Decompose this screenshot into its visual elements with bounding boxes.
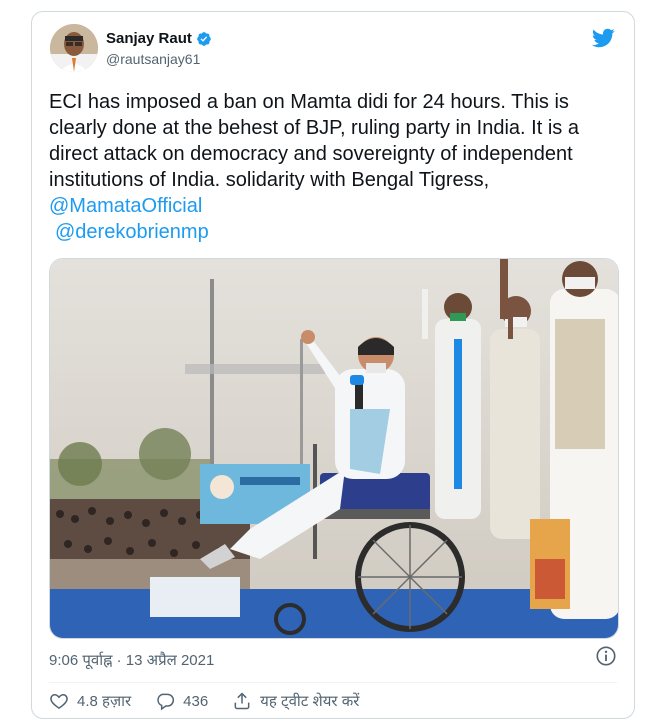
divider	[49, 682, 617, 683]
avatar-image	[50, 24, 98, 72]
author-name-row[interactable]: Sanjay Raut	[106, 30, 212, 47]
rally-photo-illustration	[50, 259, 618, 638]
tweet-photo[interactable]	[49, 258, 619, 639]
reply-button[interactable]: 436	[155, 691, 208, 711]
share-upload-icon	[234, 692, 250, 710]
author-name[interactable]: Sanjay Raut	[106, 30, 192, 47]
info-icon[interactable]	[595, 645, 617, 667]
mention-link-derekobrienmp[interactable]: @derekobrienmp	[49, 219, 619, 245]
heart-icon	[50, 693, 68, 709]
like-count: 4.8 हज़ार	[77, 693, 132, 710]
tweet-text: ECI has imposed a ban on Mamta didi for …	[49, 89, 619, 245]
tweet-timestamp[interactable]: 9:06 पूर्वाह्न · 13 अप्रैल 2021	[49, 650, 214, 670]
tweet-actions: 4.8 हज़ार 436 यह ट्वीट शेयर करें	[49, 691, 383, 711]
share-label: यह ट्वीट शेयर करें	[260, 693, 360, 710]
share-button[interactable]: यह ट्वीट शेयर करें	[232, 691, 359, 711]
tweet-card: Sanjay Raut @rautsanjay61 ECI has impose…	[31, 11, 635, 719]
reply-bubble-icon	[157, 693, 175, 711]
like-button[interactable]: 4.8 हज़ार	[49, 691, 131, 711]
tweet-text-line: ECI has imposed a ban on Mamta didi for …	[49, 91, 569, 113]
mention-link-mamataofficial[interactable]: @MamataOfficial	[49, 193, 619, 219]
twitter-bird-icon[interactable]	[590, 26, 616, 50]
author-handle[interactable]: @rautsanjay61	[106, 51, 200, 67]
tweet-text-line: institutions of India. solidarity with B…	[49, 169, 490, 191]
avatar[interactable]	[50, 24, 98, 72]
tweet-text-line: clearly done at the behest of BJP, rulin…	[49, 117, 579, 139]
reply-count: 436	[183, 692, 209, 710]
tweet-text-line: direct attack on democracy and sovereign…	[49, 143, 573, 165]
verified-badge-icon	[196, 31, 212, 47]
